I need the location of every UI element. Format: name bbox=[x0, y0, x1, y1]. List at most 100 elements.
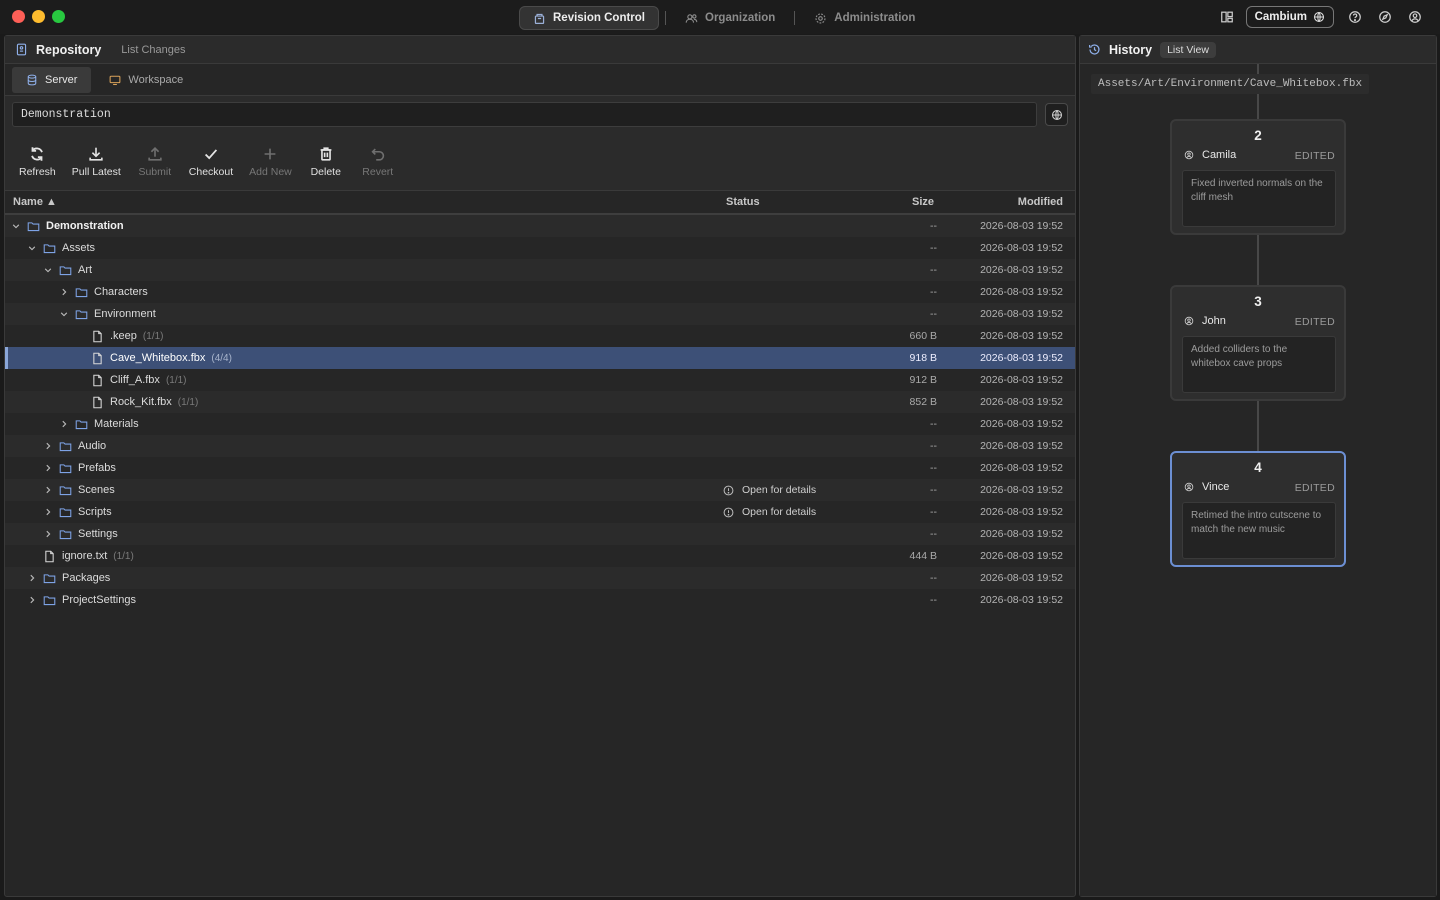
refresh-icon bbox=[31, 147, 44, 161]
folder-row[interactable]: Settings -- 2026-08-03 19:52 bbox=[5, 523, 1075, 545]
tab-server[interactable]: Server bbox=[12, 66, 92, 93]
folder-row[interactable]: Assets -- 2026-08-03 19:52 bbox=[5, 237, 1075, 259]
chevron-right-icon[interactable] bbox=[27, 573, 37, 583]
chevron-right-icon[interactable] bbox=[59, 287, 69, 297]
tab-workspace[interactable]: Workspace bbox=[95, 67, 197, 93]
plus-icon bbox=[265, 148, 276, 160]
chevron-right-icon[interactable] bbox=[43, 507, 53, 517]
row-modified: 2026-08-03 19:52 bbox=[980, 308, 1063, 320]
column-status[interactable]: Status bbox=[726, 196, 760, 208]
changeset-number: 3 bbox=[1254, 294, 1262, 309]
history-file-path: Assets/Art/Environment/Cave_Whitebox.fbx bbox=[1091, 74, 1370, 94]
zoom-window-button[interactable] bbox=[52, 10, 65, 23]
changeset-card[interactable]: 2 Camila EDITED Fixed inverted normals on t… bbox=[1170, 119, 1346, 235]
row-name-cell: Packages bbox=[27, 572, 110, 585]
toolbar: Refresh Pull Latest Submit Checkout Add … bbox=[5, 133, 1075, 191]
layout-button[interactable] bbox=[1212, 6, 1242, 28]
tab-administration[interactable]: Administration bbox=[801, 6, 928, 30]
help-button[interactable] bbox=[1340, 6, 1370, 28]
tool-label: Revert bbox=[362, 166, 394, 178]
row-name: Rock_Kit.fbx bbox=[110, 396, 172, 408]
checkout-button[interactable]: Checkout bbox=[181, 137, 241, 187]
row-name: Characters bbox=[94, 286, 148, 298]
folder-row[interactable]: Prefabs -- 2026-08-03 19:52 bbox=[5, 457, 1075, 479]
tool-label: Submit bbox=[138, 166, 172, 178]
row-version: (1/1) bbox=[165, 374, 187, 386]
chevron-right-icon[interactable] bbox=[43, 529, 53, 539]
row-name: Environment bbox=[94, 308, 156, 320]
changeset-card[interactable]: 3 John EDITED Added colliders to the whiteb… bbox=[1170, 285, 1346, 401]
chevron-down-icon[interactable] bbox=[43, 265, 53, 275]
file-icon bbox=[91, 330, 104, 343]
chevron-right-icon[interactable] bbox=[43, 441, 53, 451]
list-view-toggle[interactable]: List View bbox=[1160, 41, 1216, 58]
chevron-right-icon[interactable] bbox=[59, 419, 69, 429]
submit-button[interactable]: Submit bbox=[129, 137, 181, 187]
repository-tabs: Server Workspace bbox=[5, 64, 1075, 96]
add-new-button[interactable]: Add New bbox=[241, 137, 300, 187]
box-icon bbox=[534, 13, 545, 24]
tool-label: Delete bbox=[310, 166, 341, 178]
chevron-down-icon[interactable] bbox=[11, 221, 21, 231]
monitor-icon bbox=[110, 75, 121, 85]
folder-row[interactable]: ProjectSettings -- 2026-08-03 19:52 bbox=[5, 589, 1075, 611]
change-action-badge: EDITED bbox=[1294, 150, 1335, 162]
row-name: Materials bbox=[94, 418, 139, 430]
organization-selector[interactable]: Cambium bbox=[1245, 6, 1334, 28]
tab-label: Organization bbox=[705, 12, 776, 24]
revert-button[interactable]: Revert bbox=[352, 137, 404, 187]
open-in-browser-button[interactable] bbox=[1045, 103, 1068, 126]
chevron-down-icon[interactable] bbox=[27, 243, 37, 253]
delete-button[interactable]: Delete bbox=[300, 137, 352, 187]
folder-row[interactable]: Art -- 2026-08-03 19:52 bbox=[5, 259, 1075, 281]
explore-button[interactable] bbox=[1370, 6, 1400, 28]
chevron-right-icon[interactable] bbox=[43, 485, 53, 495]
refresh-button[interactable]: Refresh bbox=[11, 137, 64, 187]
folder-row[interactable]: Environment -- 2026-08-03 19:52 bbox=[5, 303, 1075, 325]
row-status[interactable]: Open for details bbox=[723, 506, 816, 518]
file-row[interactable]: .keep (1/1) 660 B 2026-08-03 19:52 bbox=[5, 325, 1075, 347]
info-icon bbox=[723, 507, 734, 518]
column-size[interactable]: Size bbox=[912, 196, 934, 208]
pull-latest-button[interactable]: Pull Latest bbox=[64, 137, 129, 187]
path-input[interactable]: Demonstration bbox=[12, 102, 1037, 127]
tool-label: Refresh bbox=[19, 166, 56, 178]
file-row[interactable]: Rock_Kit.fbx (1/1) 852 B 2026-08-03 19:52 bbox=[5, 391, 1075, 413]
folder-row[interactable]: Scenes Open for details -- 2026-08-03 19:52 bbox=[5, 479, 1075, 501]
folder-row[interactable]: Audio -- 2026-08-03 19:52 bbox=[5, 435, 1075, 457]
chevron-right-icon[interactable] bbox=[27, 595, 37, 605]
row-name: .keep bbox=[110, 330, 137, 342]
file-table-body: Demonstration -- 2026-08-03 19:52 Assets -- 2… bbox=[5, 215, 1075, 611]
folder-row[interactable]: Materials -- 2026-08-03 19:52 bbox=[5, 413, 1075, 435]
row-modified: 2026-08-03 19:52 bbox=[980, 594, 1063, 606]
row-version: (4/4) bbox=[211, 352, 232, 364]
column-name[interactable]: Name ▲ bbox=[13, 196, 57, 208]
tab-organization[interactable]: Organization bbox=[672, 6, 788, 30]
minimize-window-button[interactable] bbox=[32, 10, 45, 23]
timeline-connector bbox=[1257, 401, 1259, 451]
folder-row[interactable]: Packages -- 2026-08-03 19:52 bbox=[5, 567, 1075, 589]
tab-revision-control[interactable]: Revision Control bbox=[519, 6, 660, 30]
file-row[interactable]: Cliff_A.fbx (1/1) 912 B 2026-08-03 19:52 bbox=[5, 369, 1075, 391]
row-name-cell: Prefabs bbox=[43, 462, 116, 475]
file-row[interactable]: Cave_Whitebox.fbx (4/4) 918 B 2026-08-03 19… bbox=[5, 347, 1075, 369]
row-modified: 2026-08-03 19:52 bbox=[980, 550, 1063, 562]
history-panel: History List View Assets/Art/Environment… bbox=[1079, 35, 1437, 897]
row-size: -- bbox=[930, 440, 937, 452]
folder-row[interactable]: Scripts Open for details -- 2026-08-03 19:5… bbox=[5, 501, 1075, 523]
help-icon bbox=[1349, 11, 1361, 23]
close-window-button[interactable] bbox=[12, 10, 25, 23]
chevron-right-icon[interactable] bbox=[43, 463, 53, 473]
user-icon bbox=[1184, 316, 1194, 326]
folder-row[interactable]: Demonstration -- 2026-08-03 19:52 bbox=[5, 215, 1075, 237]
row-size: 444 B bbox=[909, 550, 937, 562]
row-status[interactable]: Open for details bbox=[723, 484, 816, 496]
tab-label: Workspace bbox=[128, 73, 184, 86]
account-button[interactable] bbox=[1400, 6, 1430, 28]
column-modified[interactable]: Modified bbox=[1018, 196, 1063, 208]
folder-row[interactable]: Characters -- 2026-08-03 19:52 bbox=[5, 281, 1075, 303]
file-row[interactable]: ignore.txt (1/1) 444 B 2026-08-03 19:52 bbox=[5, 545, 1075, 567]
list-changes-link[interactable]: List Changes bbox=[121, 44, 185, 56]
chevron-down-icon[interactable] bbox=[59, 309, 69, 319]
changeset-card[interactable]: 4 Vince EDITED Retimed the intro cutscene t… bbox=[1170, 451, 1346, 567]
